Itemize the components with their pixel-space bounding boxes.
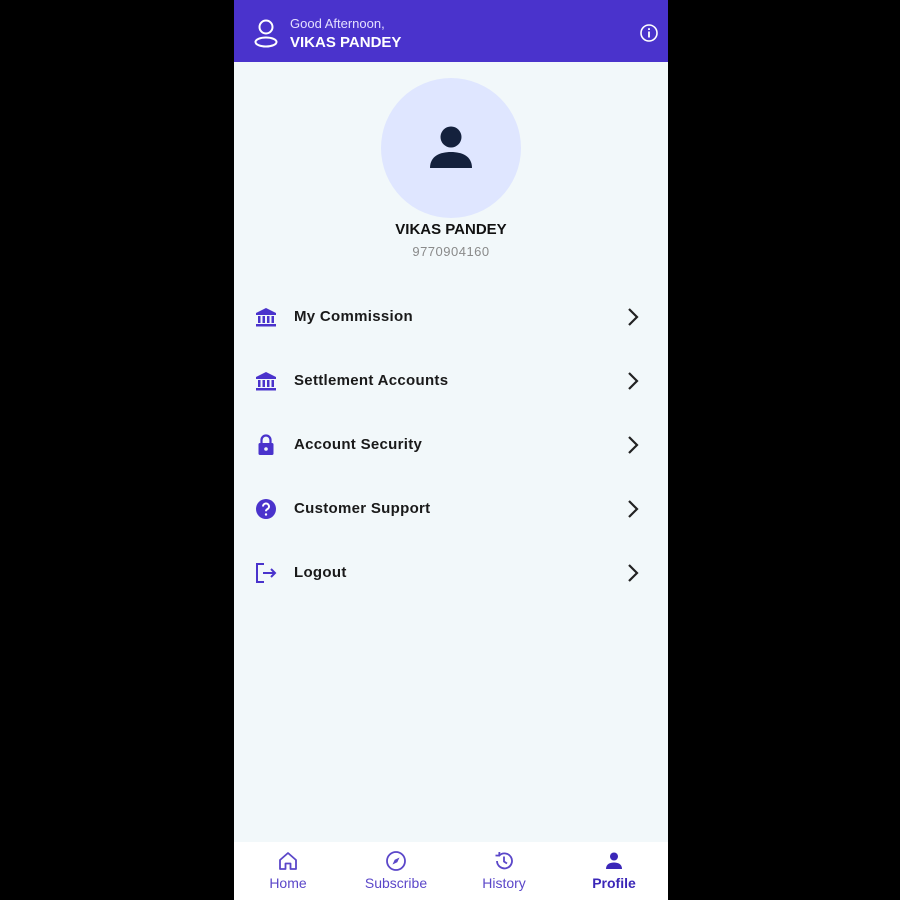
home-icon [279, 852, 297, 870]
nav-label: Profile [592, 875, 636, 891]
bank-icon [256, 372, 276, 391]
info-icon[interactable] [639, 23, 659, 43]
nav-profile[interactable]: Profile [560, 842, 668, 900]
help-icon [256, 499, 276, 519]
nav-subscribe[interactable]: Subscribe [342, 842, 450, 900]
chevron-right-icon [628, 372, 639, 390]
profile-phone: 9770904160 [412, 244, 490, 259]
user-outline-icon [254, 19, 278, 48]
nav-label: Subscribe [364, 875, 428, 891]
nav-label: Home [269, 875, 307, 891]
menu-item-logout[interactable]: Logout [234, 541, 668, 605]
nav-home[interactable]: Home [234, 842, 342, 900]
nav-history[interactable]: History [450, 842, 558, 900]
chevron-right-icon [628, 436, 639, 454]
menu-item-label: Logout [294, 564, 347, 581]
compass-icon [386, 851, 406, 871]
menu-item-account-security[interactable]: Account Security [234, 413, 668, 477]
menu-item-label: Settlement Accounts [294, 372, 449, 389]
menu-item-customer-support[interactable]: Customer Support [234, 477, 668, 541]
avatar[interactable] [381, 78, 521, 218]
header-username: VIKAS PANDEY [290, 34, 402, 51]
bottom-nav: Home Subscribe History Profile [234, 842, 668, 900]
menu-item-label: Customer Support [294, 500, 431, 517]
menu-item-settlement-accounts[interactable]: Settlement Accounts [234, 349, 668, 413]
nav-label: History [482, 875, 526, 891]
app-header: Good Afternoon, VIKAS PANDEY [234, 0, 668, 62]
menu-item-label: Account Security [294, 436, 423, 453]
greeting-text: Good Afternoon, [290, 16, 385, 31]
chevron-right-icon [628, 500, 639, 518]
chevron-right-icon [628, 564, 639, 582]
bank-icon [256, 308, 276, 327]
profile-name: VIKAS PANDEY [395, 221, 507, 238]
history-icon [495, 851, 513, 870]
logout-icon [256, 563, 277, 583]
lock-icon [258, 434, 274, 455]
menu-item-my-commission[interactable]: My Commission [234, 285, 668, 349]
menu-item-label: My Commission [294, 308, 413, 325]
person-icon [430, 126, 472, 168]
person-icon [606, 852, 622, 869]
chevron-right-icon [628, 308, 639, 326]
profile-screen: Good Afternoon, VIKAS PANDEY VIKAS PANDE… [234, 0, 668, 900]
profile-menu: My Commission Settlement Accounts Accoun… [234, 285, 668, 605]
